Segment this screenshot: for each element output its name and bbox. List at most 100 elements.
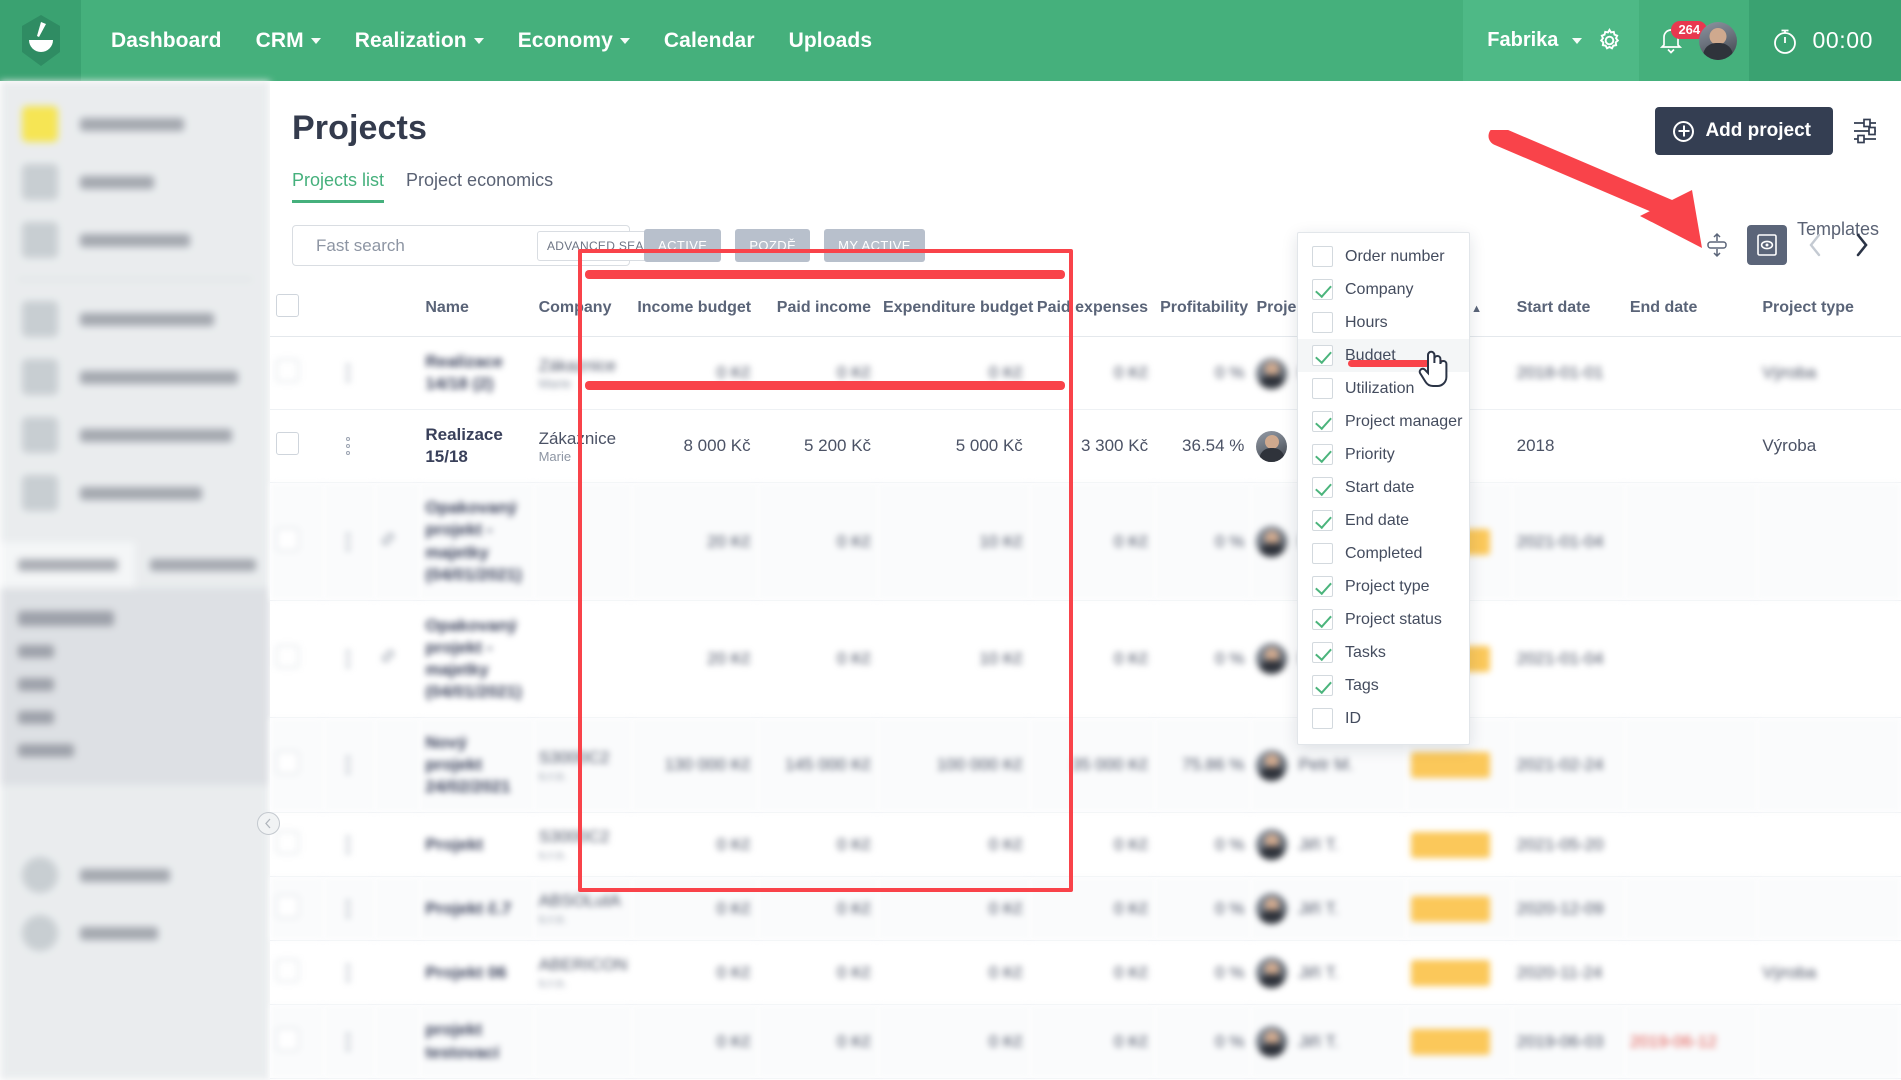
sidebar-item-po-splatnosti[interactable] [0, 290, 270, 348]
checkbox[interactable] [1312, 444, 1333, 465]
row-checkbox[interactable] [276, 894, 299, 918]
row-actions-cell[interactable] [323, 336, 374, 411]
tab-projects-list[interactable]: Projects list [292, 170, 385, 203]
column-toggle-tags[interactable]: Tags [1298, 669, 1469, 702]
table-row[interactable]: Realizace 14/18 (2) Zákaznice Marie 0 Kč 0 Kč… [270, 336, 1901, 411]
sidebar-item-support[interactable] [0, 904, 270, 962]
fast-search-box[interactable]: ADVANCED SEARCH [292, 225, 681, 266]
checkbox[interactable] [1312, 345, 1333, 366]
row-checkbox[interactable] [276, 644, 299, 668]
cell-name[interactable]: Projekt [419, 812, 533, 878]
row-checkbox[interactable] [276, 432, 299, 456]
filter-chip-active[interactable]: ACTIVE [644, 229, 722, 262]
user-avatar[interactable] [1699, 21, 1738, 60]
column-toggle-completed[interactable]: Completed [1298, 537, 1469, 570]
checkbox[interactable] [1312, 543, 1333, 564]
nav-item-economy[interactable]: Economy [518, 29, 630, 53]
sidebar-sub-item[interactable] [18, 635, 270, 668]
nav-item-calendar[interactable]: Calendar [664, 29, 755, 53]
sidebar-item-invite-user[interactable] [0, 211, 270, 269]
table-row[interactable]: Realizace 15/18 Zákaznice Marie 8 000 Kč 5 20… [270, 409, 1901, 484]
add-project-button[interactable]: Add project [1655, 107, 1833, 155]
gear-icon[interactable] [1596, 27, 1623, 54]
filter-chip-pozde[interactable]: POZDĚ [735, 229, 811, 262]
row-select-cell[interactable] [270, 1004, 323, 1079]
table-row[interactable]: Nový projekt 24/02/2021 S3000C2 s.r.o. 130 0… [270, 717, 1901, 814]
row-actions-cell[interactable] [323, 812, 374, 878]
account-menu[interactable]: Fabrika [1463, 0, 1640, 81]
checkbox[interactable] [1312, 576, 1333, 597]
notifications-button[interactable]: 264 [1657, 20, 1708, 57]
column-toggle-end-date[interactable]: End date [1298, 504, 1469, 537]
row-checkbox[interactable] [276, 958, 299, 982]
nav-item-uploads[interactable]: Uploads [789, 29, 873, 53]
checkbox[interactable] [1312, 708, 1333, 729]
cell-name[interactable]: Projekt č.7 [419, 876, 533, 942]
row-actions-button[interactable] [329, 364, 368, 383]
row-select-cell[interactable] [270, 940, 323, 1006]
row-actions-button[interactable] [329, 649, 368, 668]
row-actions-cell[interactable] [323, 482, 374, 601]
cell-name[interactable]: Projekt 06 [419, 940, 533, 1006]
th-paid-income[interactable]: Paid income [756, 284, 878, 337]
tab-project-economics[interactable]: Project economics [406, 170, 553, 203]
prev-page-button[interactable] [1797, 227, 1833, 263]
cell-name[interactable]: Nový projekt 24/02/2021 [419, 717, 533, 814]
app-logo[interactable] [0, 0, 81, 81]
row-select-cell[interactable] [270, 409, 323, 484]
column-toggle-hours[interactable]: Hours [1298, 306, 1469, 339]
row-actions-cell[interactable] [323, 717, 374, 814]
column-toggle-id[interactable]: ID [1298, 702, 1469, 735]
nav-item-dashboard[interactable]: Dashboard [111, 29, 222, 53]
checkbox[interactable] [1312, 312, 1333, 333]
row-actions-button[interactable] [329, 532, 368, 551]
table-row[interactable]: Projekt 06 ABERICON s.r.o. 0 Kč 0 Kč 0 Kč 0 Kč… [270, 940, 1901, 1006]
checkbox[interactable] [1312, 279, 1333, 300]
sidebar-sub-item[interactable] [18, 701, 270, 734]
column-toggle-company[interactable]: Company [1298, 273, 1469, 306]
row-height-button[interactable] [1697, 225, 1737, 265]
column-toggle-tasks[interactable]: Tasks [1298, 636, 1469, 669]
table-row[interactable]: projekt testovací 0 Kč 0 Kč 0 Kč 0 Kč 0 % Jiří … [270, 1004, 1901, 1079]
cell-name[interactable]: Realizace 14/18 (2) [419, 336, 533, 411]
table-row[interactable]: Opakovaný projekt - majetky (04/01/2021) 2… [270, 600, 1901, 719]
cell-name[interactable]: projekt testovací [419, 1004, 533, 1079]
row-select-cell[interactable] [270, 482, 323, 601]
row-checkbox[interactable] [276, 1027, 299, 1051]
row-select-cell[interactable] [270, 876, 323, 942]
checkbox[interactable] [1312, 246, 1333, 267]
select-all-cell[interactable] [270, 284, 323, 337]
checkbox[interactable] [1312, 411, 1333, 432]
nav-item-crm[interactable]: CRM [256, 29, 321, 53]
select-all-checkbox[interactable] [276, 294, 299, 317]
checkbox[interactable] [1312, 378, 1333, 399]
th-project-type[interactable]: Project type [1756, 284, 1901, 337]
sidebar-sub-item[interactable] [18, 602, 270, 635]
row-actions-cell[interactable] [323, 409, 374, 484]
checkbox[interactable] [1312, 477, 1333, 498]
search-input[interactable] [316, 235, 537, 256]
sidebar-tab-nezarazene[interactable] [135, 542, 270, 588]
th-income-budget[interactable]: Income budget [631, 284, 757, 337]
row-actions-cell[interactable] [323, 600, 374, 719]
row-actions-cell[interactable] [323, 876, 374, 942]
row-actions-button[interactable] [329, 835, 368, 854]
row-actions-button[interactable] [329, 1032, 368, 1051]
table-row[interactable]: Projekt č.7 ABSOLutA s.r.o. 0 Kč 0 Kč 0 Kč 0 K… [270, 876, 1901, 942]
row-actions-cell[interactable] [323, 1004, 374, 1079]
column-toggle-budget[interactable]: Budget [1298, 339, 1469, 372]
checkbox[interactable] [1312, 675, 1333, 696]
th-paid-expenses[interactable]: Paid expenses [1028, 284, 1155, 337]
column-toggle-start-date[interactable]: Start date [1298, 471, 1469, 504]
sidebar-item-invoices[interactable] [0, 406, 270, 464]
next-page-button[interactable] [1843, 227, 1879, 263]
row-select-cell[interactable] [270, 717, 323, 814]
row-actions-cell[interactable] [323, 940, 374, 1006]
checkbox[interactable] [1312, 609, 1333, 630]
sidebar-sub-item[interactable] [18, 734, 270, 767]
row-checkbox[interactable] [276, 830, 299, 854]
sidebar-item-search[interactable] [0, 153, 270, 211]
row-actions-button[interactable] [329, 437, 368, 456]
nav-item-realization[interactable]: Realization [355, 29, 484, 53]
th-end-date[interactable]: End date [1623, 284, 1757, 337]
